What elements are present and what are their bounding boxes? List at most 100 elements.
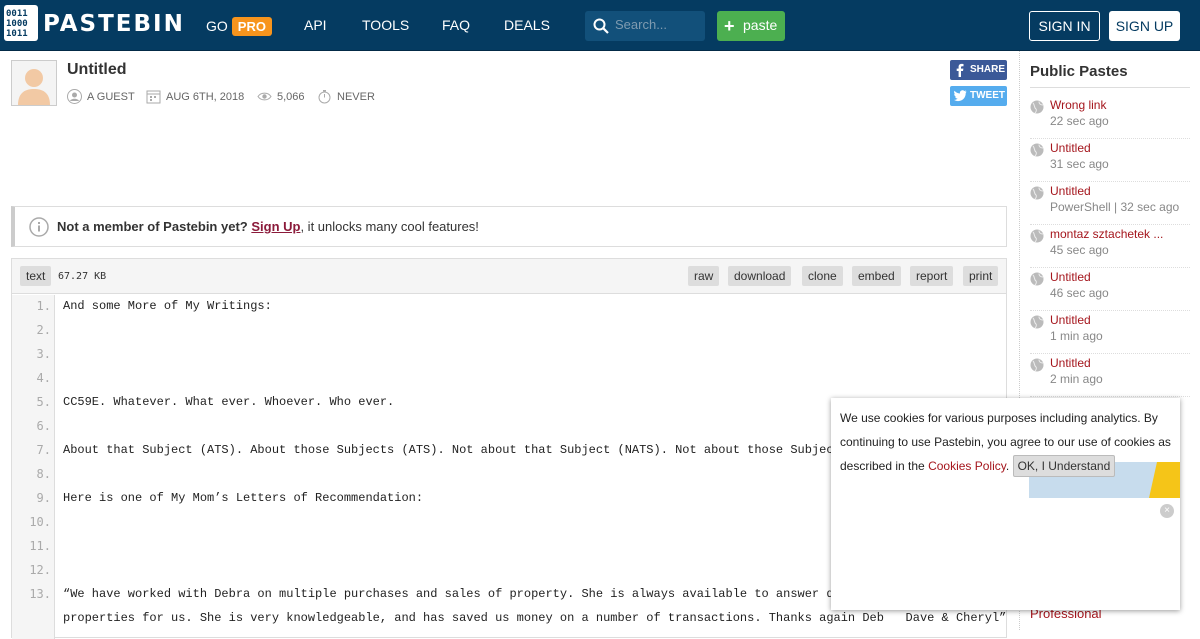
paste-expiry: NEVER — [317, 89, 375, 104]
twitter-tweet-button[interactable]: TWEET — [950, 86, 1007, 106]
public-paste-title[interactable]: Untitled — [1050, 270, 1091, 284]
public-paste-time: PowerShell | 32 sec ago — [1050, 200, 1180, 214]
pro-badge: PRO — [231, 17, 272, 36]
globe-icon — [1030, 315, 1044, 329]
public-paste-item[interactable]: Wrong link 22 sec ago — [1030, 96, 1190, 139]
line-number: 10. — [29, 515, 51, 529]
line-number: 9. — [36, 491, 51, 505]
code-line[interactable]: “We have worked with Debra on multiple p… — [63, 587, 855, 601]
syntax-tag[interactable]: text — [20, 266, 52, 286]
line-number: 7. — [36, 443, 51, 457]
notice-bold: Not a member of Pastebin yet? — [57, 219, 248, 234]
globe-icon — [1030, 143, 1044, 157]
close-icon[interactable]: × — [1160, 504, 1174, 518]
line-number-gutter: 1. 2. 3. 4. 5. 6. 7. 8. 9. 10. 11. 12. 13. — [12, 295, 55, 639]
svg-text:0011: 0011 — [6, 9, 28, 19]
svg-text:1000: 1000 — [6, 19, 28, 29]
public-paste-item[interactable]: Untitled 46 sec ago — [1030, 268, 1190, 311]
svg-text:1011: 1011 — [6, 29, 28, 39]
author-name[interactable]: A GUEST — [87, 91, 135, 103]
public-paste-title[interactable]: Untitled — [1050, 184, 1091, 198]
line-number: 13. — [29, 587, 51, 601]
nav-api[interactable]: API — [304, 17, 327, 33]
print-button[interactable]: print — [963, 266, 999, 286]
code-line[interactable]: CC59E. Whatever. What ever. Whoever. Who… — [63, 395, 394, 409]
sign-up-button[interactable]: SIGN UP — [1109, 11, 1180, 41]
public-paste-time: 31 sec ago — [1050, 157, 1109, 171]
report-button[interactable]: report — [910, 266, 954, 286]
plus-icon: + — [724, 16, 735, 36]
cookie-consent-popup: We use cookies for various purposes incl… — [831, 398, 1180, 610]
public-paste-item[interactable]: Untitled 31 sec ago — [1030, 139, 1190, 182]
public-paste-title[interactable]: Untitled — [1050, 141, 1091, 155]
calendar-icon — [146, 90, 161, 104]
notice-text: Not a member of Pastebin yet? Sign Up, i… — [57, 219, 479, 234]
logo-text[interactable]: PASTEBIN — [43, 11, 185, 37]
code-line[interactable]: Here is one of My Mom’s Letters of Recom… — [63, 491, 423, 505]
eye-icon — [257, 92, 272, 101]
top-navbar: 0011 1000 1011 PASTEBIN GO PRO API TOOLS … — [0, 0, 1200, 51]
line-number: 2. — [36, 323, 51, 337]
paste-date: AUG 6TH, 2018 — [146, 89, 244, 104]
line-number: 1. — [36, 299, 51, 313]
raw-button[interactable]: raw — [688, 266, 720, 286]
line-number: 11. — [29, 539, 51, 553]
code-line[interactable]: About that Subject (ATS). About those Su… — [63, 443, 848, 457]
public-paste-title[interactable]: Wrong link — [1050, 98, 1106, 112]
nav-faq[interactable]: FAQ — [442, 17, 470, 33]
nav-go-label: GO — [206, 18, 228, 34]
info-icon — [29, 217, 49, 237]
notice-rest: , it unlocks many cool features! — [300, 219, 479, 234]
cookie-message: We use cookies for various purposes incl… — [840, 406, 1172, 478]
search-icon[interactable] — [593, 18, 609, 34]
globe-icon — [1030, 229, 1044, 243]
public-paste-item[interactable]: Untitled PowerShell | 32 sec ago — [1030, 182, 1190, 225]
facebook-share-button[interactable]: SHARE — [950, 60, 1007, 80]
expiry-value: NEVER — [337, 90, 375, 103]
search-box — [585, 11, 705, 41]
tweet-label: TWEET — [970, 90, 1005, 101]
public-paste-time: 22 sec ago — [1050, 114, 1109, 128]
cookie-period: . — [1005, 459, 1010, 473]
facebook-icon — [956, 63, 964, 77]
embed-button[interactable]: embed — [852, 266, 901, 286]
paste-author: A GUEST — [67, 89, 135, 104]
guest-avatar — [11, 60, 57, 106]
cookies-policy-link[interactable]: Cookies Policy — [928, 459, 1006, 473]
public-paste-title[interactable]: Untitled — [1050, 313, 1091, 327]
nav-deals[interactable]: DEALS — [504, 17, 550, 33]
new-paste-label: paste — [743, 17, 778, 33]
public-paste-item[interactable]: montaz sztachetek ... 45 sec ago — [1030, 225, 1190, 268]
nav-go-pro[interactable]: GO PRO — [206, 17, 272, 36]
search-input[interactable] — [615, 17, 699, 32]
public-paste-item[interactable]: Untitled 2 min ago — [1030, 354, 1190, 397]
clone-button[interactable]: clone — [802, 266, 843, 286]
public-paste-time: 45 sec ago — [1050, 243, 1109, 257]
globe-icon — [1030, 186, 1044, 200]
new-paste-button[interactable]: + paste — [717, 11, 785, 41]
paste-views: 5,066 — [257, 89, 305, 104]
globe-icon — [1030, 272, 1044, 286]
notice-signup-link[interactable]: Sign Up — [251, 219, 300, 234]
line-number: 3. — [36, 347, 51, 361]
twitter-icon — [954, 90, 967, 102]
code-line[interactable]: properties for us. She is very knowledge… — [63, 611, 1006, 625]
sign-in-button[interactable]: SIGN IN — [1029, 11, 1100, 41]
paste-title: Untitled — [67, 61, 127, 78]
public-paste-title[interactable]: montaz sztachetek ... — [1050, 227, 1163, 241]
nav-tools[interactable]: TOOLS — [362, 17, 409, 33]
public-paste-time: 2 min ago — [1050, 372, 1103, 386]
code-line[interactable]: And some More of My Writings: — [63, 299, 272, 313]
line-number: 5. — [36, 395, 51, 409]
signup-notice: Not a member of Pastebin yet? Sign Up, i… — [11, 206, 1007, 247]
cookie-ok-button[interactable]: OK, I Understand — [1012, 455, 1116, 477]
public-paste-title[interactable]: Untitled — [1050, 356, 1091, 370]
user-silhouette-icon — [18, 69, 50, 105]
public-paste-time: 1 min ago — [1050, 329, 1103, 343]
globe-icon — [1030, 358, 1044, 372]
download-button[interactable]: download — [728, 266, 792, 286]
line-number: 6. — [36, 419, 51, 433]
views-value: 5,066 — [277, 90, 305, 103]
pastebin-logo-icon[interactable]: 0011 1000 1011 — [3, 3, 39, 43]
public-paste-item[interactable]: Untitled 1 min ago — [1030, 311, 1190, 354]
